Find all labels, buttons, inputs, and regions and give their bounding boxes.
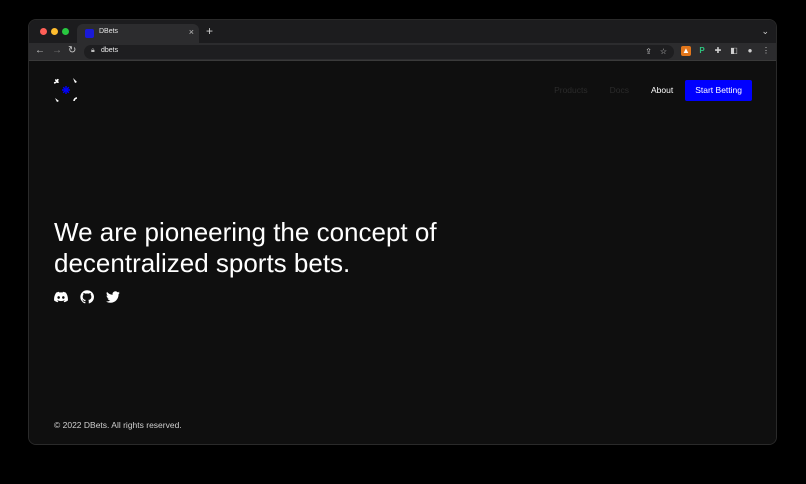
hero-line-1: We are pioneering the concept of [54, 217, 437, 247]
social-links [54, 290, 120, 304]
extensions-puzzle-icon[interactable]: ✚ [713, 46, 723, 56]
metamask-extension-icon[interactable]: ▲ [681, 46, 691, 56]
bookmark-star-icon[interactable]: ☆ [660, 47, 667, 56]
discord-icon[interactable] [54, 290, 68, 304]
nav-about-link[interactable]: About [651, 85, 673, 95]
tab-title: DBets [99, 28, 119, 35]
side-panel-icon[interactable]: ◧ [729, 46, 739, 56]
dbets-logo-icon[interactable] [53, 77, 79, 103]
browser-window: DBets × + ⌄ ← → ↻ 🔒︎ dbets ⇪ ☆ ▲ P ✚ ◧ ●… [28, 19, 777, 445]
browser-toolbar: ← → ↻ 🔒︎ dbets ⇪ ☆ ▲ P ✚ ◧ ● ⋮ [29, 43, 776, 61]
hero-heading: We are pioneering the concept of decentr… [54, 217, 514, 279]
close-window-button[interactable] [40, 28, 47, 35]
twitter-icon[interactable] [106, 290, 120, 304]
maximize-window-button[interactable] [62, 28, 69, 35]
nav-products-link[interactable]: Products [554, 85, 588, 95]
tab-strip: DBets × + ⌄ [29, 20, 776, 43]
new-tab-button[interactable]: + [206, 25, 213, 37]
site-nav: Products Docs About Start Betting [554, 79, 752, 101]
nav-docs-link[interactable]: Docs [610, 85, 629, 95]
minimize-window-button[interactable] [51, 28, 58, 35]
lock-icon: 🔒︎ [91, 47, 95, 54]
github-icon[interactable] [80, 290, 94, 304]
tab-close-icon[interactable]: × [189, 27, 194, 37]
tab-search-icon[interactable]: ⌄ [761, 26, 769, 37]
browser-tab[interactable]: DBets × [77, 24, 199, 43]
extension-p-icon[interactable]: P [697, 46, 707, 56]
back-arrow-icon[interactable]: ← [35, 45, 45, 57]
url-text[interactable]: dbets [101, 47, 118, 54]
page-content: Products Docs About Start Betting We are… [29, 61, 776, 444]
start-betting-button[interactable]: Start Betting [685, 79, 752, 101]
profile-icon[interactable]: ● [745, 46, 755, 56]
address-bar[interactable]: 🔒︎ dbets ⇪ ☆ [84, 45, 674, 59]
hero-line-2: decentralized sports bets. [54, 248, 351, 278]
reload-icon[interactable]: ↻ [68, 45, 76, 57]
browser-menu-icon[interactable]: ⋮ [761, 46, 771, 56]
forward-arrow-icon[interactable]: → [52, 45, 62, 57]
favicon-icon [85, 29, 94, 38]
share-icon[interactable]: ⇪ [645, 47, 652, 56]
footer-copyright: © 2022 DBets. All rights reserved. [54, 420, 182, 430]
